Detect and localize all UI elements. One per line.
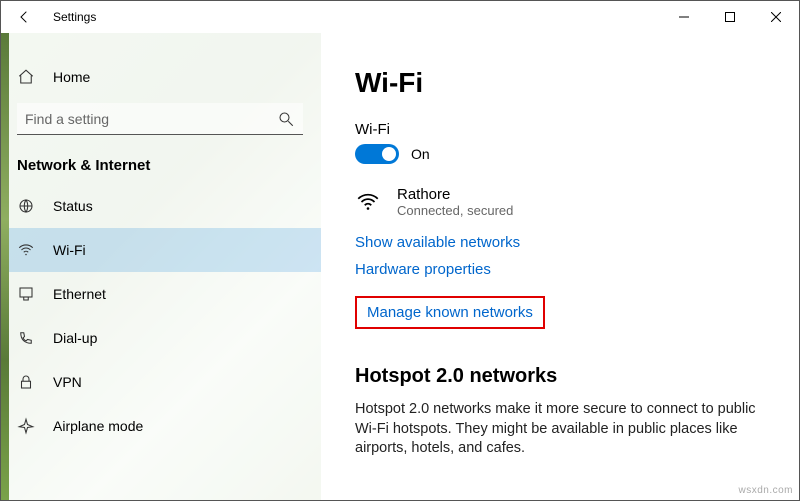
network-name: Rathore	[397, 186, 513, 203]
hotspot-heading: Hotspot 2.0 networks	[355, 365, 765, 388]
status-icon	[17, 197, 35, 215]
sidebar-item-label: VPN	[53, 374, 82, 390]
wifi-toggle[interactable]	[355, 144, 399, 164]
sidebar-item-status[interactable]: Status	[1, 184, 321, 228]
window-body: Home Find a setting Network & Internet S…	[1, 33, 799, 500]
wifi-toggle-row: On	[355, 144, 765, 164]
search-input[interactable]: Find a setting	[17, 103, 303, 135]
sidebar-item-vpn[interactable]: VPN	[1, 360, 321, 404]
sidebar-item-label: Airplane mode	[53, 418, 143, 434]
search-icon	[277, 110, 295, 128]
window-title: Settings	[49, 10, 96, 24]
hotspot-description: Hotspot 2.0 networks make it more secure…	[355, 400, 765, 459]
window-controls	[661, 1, 799, 33]
main-content: Wi-Fi Wi-Fi On Rathore Connected, secure…	[321, 33, 799, 500]
manage-known-networks-link[interactable]: Manage known networks	[367, 304, 533, 321]
hardware-properties-link[interactable]: Hardware properties	[355, 261, 765, 278]
watermark: wsxdn.com	[738, 485, 793, 496]
sidebar-item-label: Dial-up	[53, 330, 97, 346]
sidebar-item-label: Status	[53, 198, 93, 214]
maximize-button[interactable]	[707, 1, 753, 33]
dialup-icon	[17, 329, 35, 347]
settings-window: Settings Home Find a setting	[0, 0, 800, 501]
current-network-text: Rathore Connected, secured	[397, 186, 513, 218]
wifi-toggle-label: Wi-Fi	[355, 121, 765, 138]
sidebar-nav: Status Wi-Fi Ethernet Dial-up VPN	[1, 184, 321, 448]
sidebar-item-airplane[interactable]: Airplane mode	[1, 404, 321, 448]
current-network[interactable]: Rathore Connected, secured	[355, 186, 765, 218]
home-nav[interactable]: Home	[1, 55, 321, 99]
home-label: Home	[53, 69, 90, 85]
show-available-networks-link[interactable]: Show available networks	[355, 234, 765, 251]
wifi-toggle-state: On	[411, 146, 430, 162]
back-button[interactable]	[1, 1, 49, 33]
close-button[interactable]	[753, 1, 799, 33]
home-icon	[17, 68, 35, 86]
sidebar: Home Find a setting Network & Internet S…	[1, 33, 321, 500]
desktop-edge-strip	[1, 33, 9, 500]
search-placeholder: Find a setting	[25, 111, 109, 127]
wifi-signal-icon	[355, 189, 381, 215]
minimize-button[interactable]	[661, 1, 707, 33]
sidebar-item-label: Wi-Fi	[53, 242, 86, 258]
toggle-knob	[382, 147, 396, 161]
sidebar-item-label: Ethernet	[53, 286, 106, 302]
section-title: Network & Internet	[1, 135, 321, 184]
title-bar: Settings	[1, 1, 799, 33]
sidebar-item-ethernet[interactable]: Ethernet	[1, 272, 321, 316]
ethernet-icon	[17, 285, 35, 303]
sidebar-item-dialup[interactable]: Dial-up	[1, 316, 321, 360]
wifi-icon	[17, 241, 35, 259]
airplane-icon	[17, 417, 35, 435]
network-status: Connected, secured	[397, 203, 513, 218]
sidebar-item-wifi[interactable]: Wi-Fi	[1, 228, 321, 272]
manage-known-networks-highlight: Manage known networks	[355, 296, 545, 329]
page-title: Wi-Fi	[355, 67, 765, 99]
vpn-icon	[17, 373, 35, 391]
